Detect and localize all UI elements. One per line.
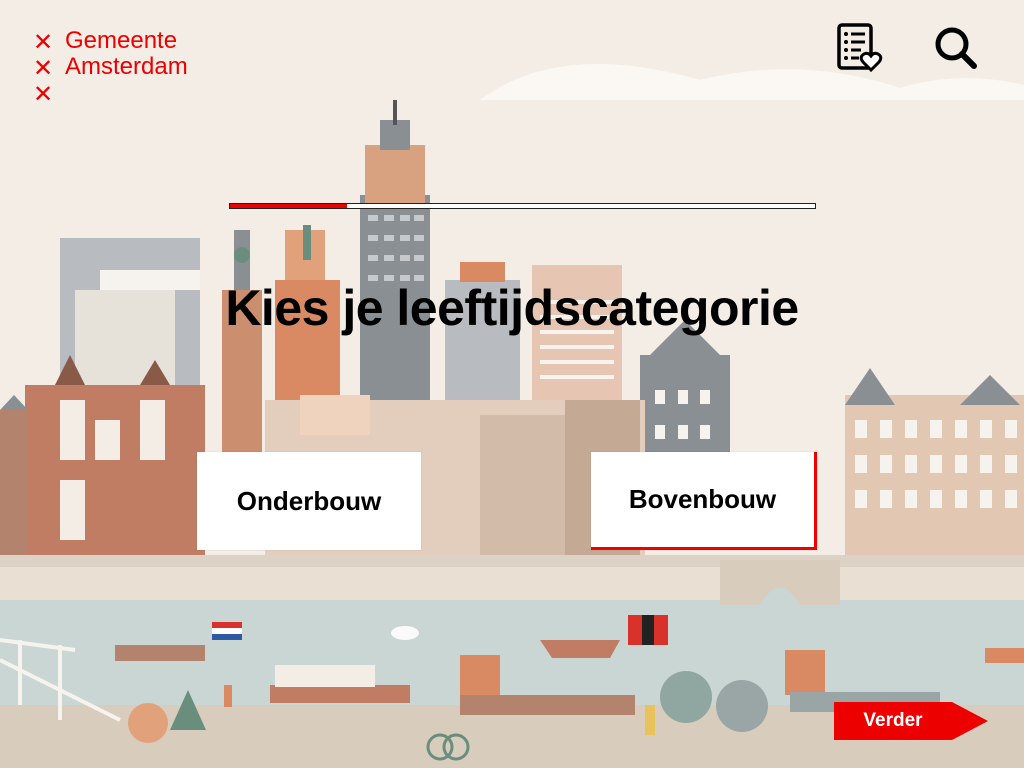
option-onderbouw-button[interactable]: Onderbouw — [197, 452, 421, 550]
next-button-label: Verder — [863, 710, 923, 731]
cross-icon: ✕ — [32, 28, 54, 56]
progress-bar — [229, 203, 816, 209]
checklist-heart-icon — [837, 23, 883, 73]
cross-icon: ✕ — [32, 80, 54, 108]
page: ✕ ✕ ✕ Gemeente Amsterdam Kies je leeftij… — [0, 0, 1024, 768]
city-illustration — [0, 64, 1024, 768]
progress-bar-fill — [230, 204, 347, 208]
logo-text-gemeente: Gemeente — [65, 27, 178, 54]
cross-icon: ✕ — [32, 54, 54, 82]
favorites-list-button[interactable] — [834, 22, 884, 74]
search-button[interactable] — [932, 22, 982, 74]
gemeente-amsterdam-logo[interactable]: ✕ ✕ ✕ Gemeente Amsterdam — [30, 28, 230, 108]
page-title: Kies je leeftijdscategorie — [225, 280, 799, 336]
next-button[interactable]: Verder — [834, 702, 988, 740]
logo-text-amsterdam: Amsterdam — [65, 53, 188, 80]
search-icon — [935, 27, 977, 69]
option-bovenbouw-button[interactable]: Bovenbouw — [591, 452, 817, 550]
